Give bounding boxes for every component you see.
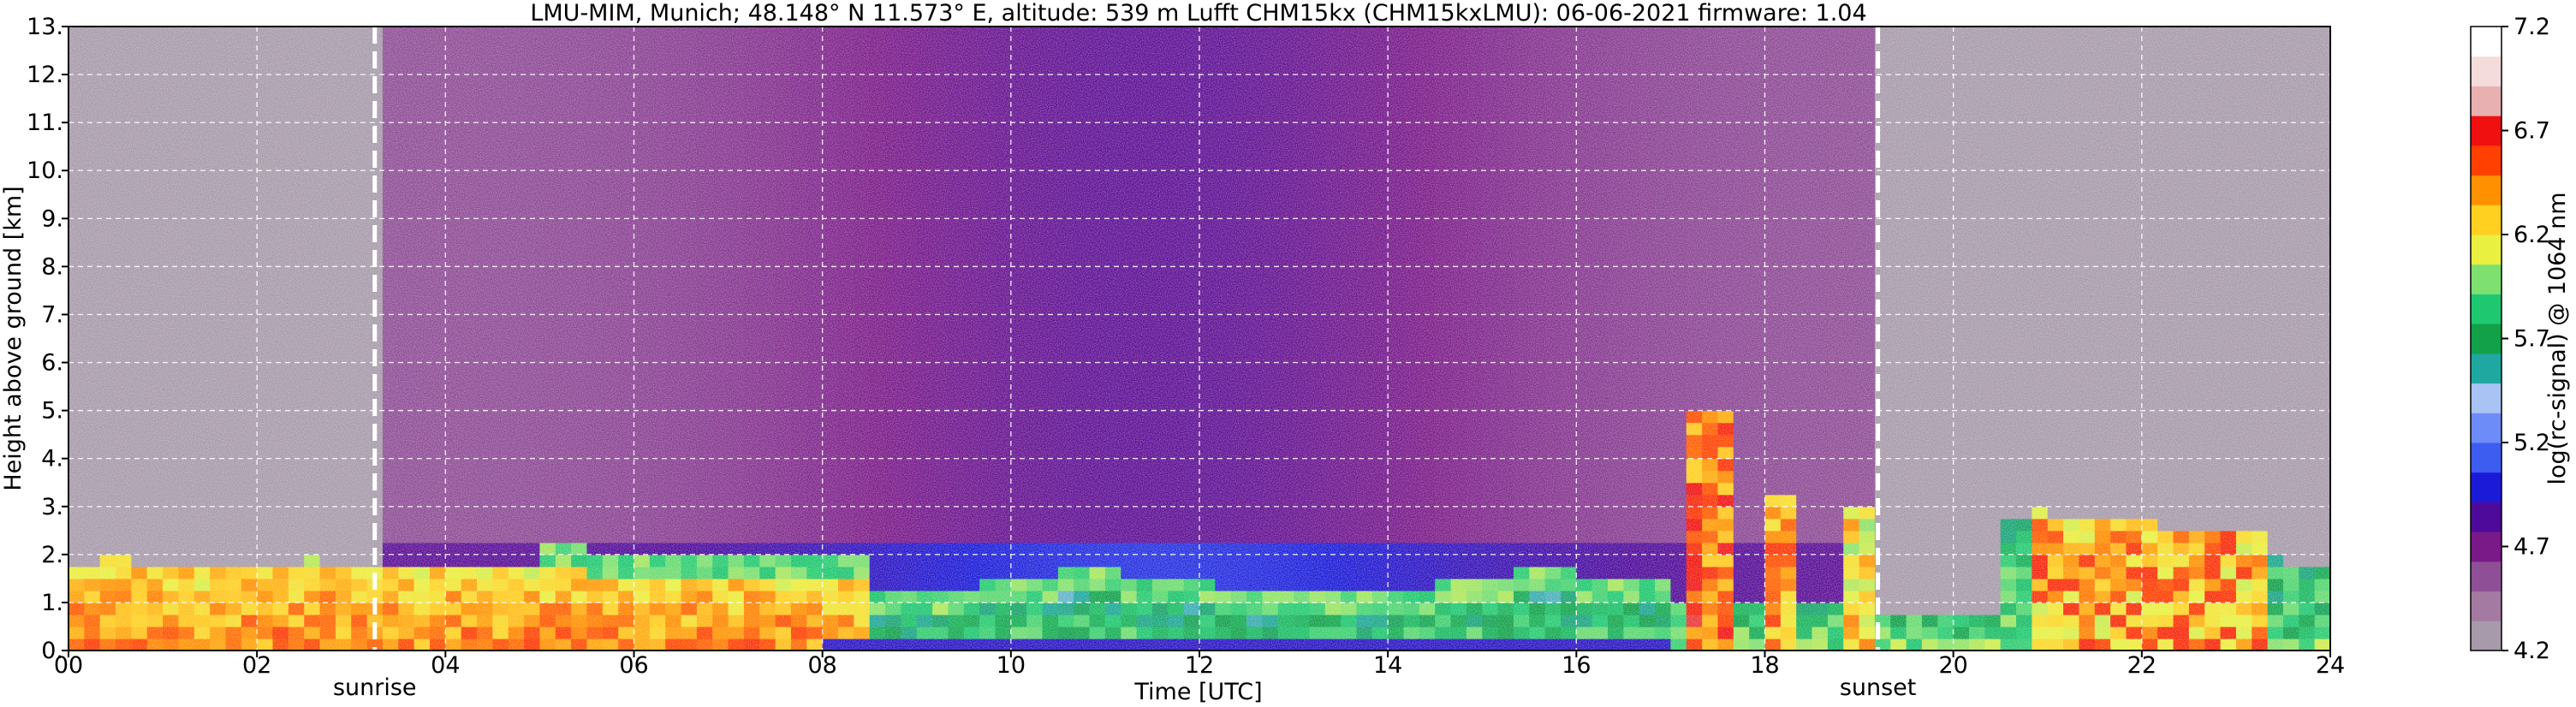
chart: 00 02 04 06 08 10 12 14 16 18 20 22 24 0.1.2.3.4.5.6…	[0, 0, 2571, 705]
plot-area	[68, 27, 2330, 651]
